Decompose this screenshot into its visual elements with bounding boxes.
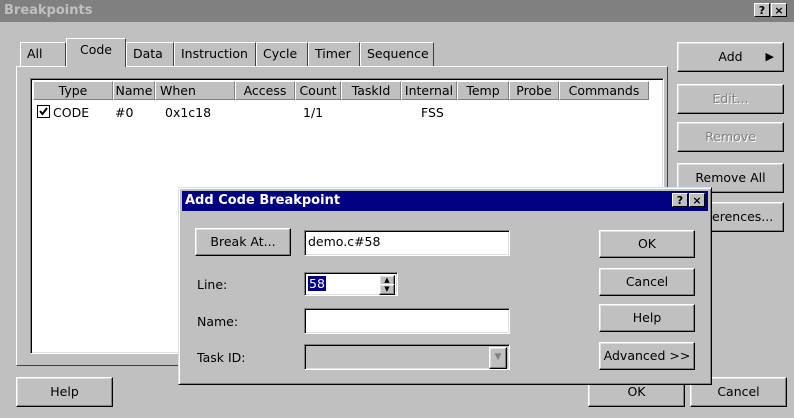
dialog-help-button[interactable]: Help (599, 304, 695, 332)
line-value: 58 (308, 276, 326, 291)
column-header-taskid[interactable]: TaskId (341, 81, 401, 100)
close-icon[interactable]: × (771, 3, 787, 17)
break-at-field[interactable]: demo.c#58 (304, 230, 510, 256)
row-internal: FSS (421, 105, 444, 120)
column-header-type[interactable]: Type (33, 81, 113, 100)
taskid-select[interactable]: ▼ (304, 344, 510, 370)
spin-down-icon[interactable]: ▼ (379, 284, 395, 295)
add-button[interactable]: Add ▶ (677, 42, 784, 72)
dialog-cancel-button[interactable]: Cancel (599, 268, 695, 296)
edit-button[interactable]: Edit... (677, 84, 784, 114)
tab-cycle[interactable]: Cycle (256, 42, 308, 66)
dialog-help-icon[interactable]: ? (672, 193, 688, 207)
advanced-button[interactable]: Advanced >> (599, 342, 695, 370)
add-button-label: Add (718, 49, 743, 64)
dialog-title: Add Code Breakpoint (185, 193, 341, 208)
column-header-commands[interactable]: Commands (559, 81, 649, 100)
window-title: Breakpoints (4, 3, 93, 18)
column-header-access[interactable]: Access (235, 81, 295, 100)
taskid-label: Task ID: (197, 350, 246, 365)
row-type: CODE (53, 105, 90, 120)
row-count: 1/1 (303, 105, 324, 120)
column-header-internal[interactable]: Internal (401, 81, 457, 100)
help-icon[interactable]: ? (754, 3, 770, 17)
tab-all[interactable]: All (20, 42, 66, 66)
remove-button[interactable]: Remove (677, 122, 784, 152)
tab-timer[interactable]: Timer (308, 42, 360, 66)
help-button[interactable]: Help (16, 377, 113, 407)
right-arrow-icon: ▶ (765, 50, 774, 63)
add-code-breakpoint-dialog: Add Code Breakpoint ? × Break At... demo… (178, 187, 712, 385)
column-header-when[interactable]: When (155, 81, 235, 100)
window-titlebar: Breakpoints ? × (0, 0, 794, 22)
column-header-count[interactable]: Count (295, 81, 341, 100)
tab-instruction[interactable]: Instruction (174, 42, 256, 66)
checkmark-icon (39, 107, 48, 116)
line-label: Line: (197, 277, 228, 292)
name-label: Name: (197, 314, 239, 329)
tab-data[interactable]: Data (126, 42, 174, 66)
dialog-titlebar: Add Code Breakpoint ? × (182, 191, 708, 211)
line-stepper[interactable]: 58 ▲ ▼ (304, 272, 398, 296)
chevron-down-icon[interactable]: ▼ (489, 347, 507, 369)
row-name: #0 (115, 105, 134, 120)
tab-code[interactable]: Code (66, 38, 126, 67)
break-at-button[interactable]: Break At... (195, 228, 291, 256)
name-field[interactable] (304, 308, 510, 334)
column-header-temp[interactable]: Temp (457, 81, 509, 100)
row-type-cell: CODE (37, 105, 89, 120)
column-header-name[interactable]: Name (113, 81, 155, 100)
dialog-ok-button[interactable]: OK (599, 230, 695, 258)
dialog-close-icon[interactable]: × (689, 193, 705, 207)
column-header-probe[interactable]: Probe (509, 81, 559, 100)
tab-sequence[interactable]: Sequence (360, 42, 434, 66)
row-when: 0x1c18 (165, 105, 212, 120)
enabled-checkbox[interactable] (37, 105, 50, 118)
